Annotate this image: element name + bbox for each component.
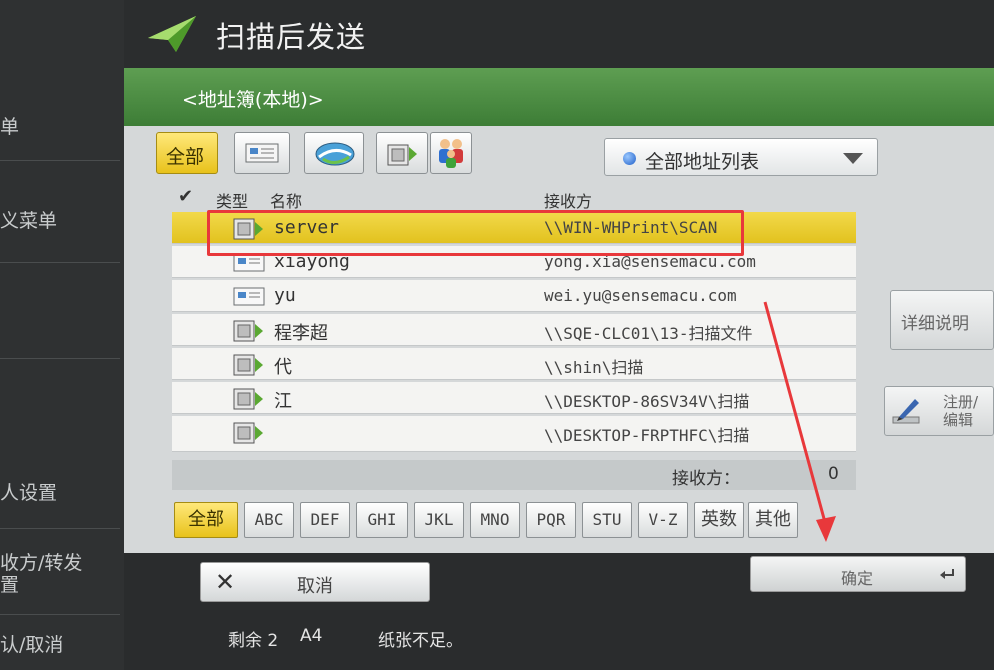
pen-icon — [892, 399, 920, 424]
recipient-count-value: 0 — [828, 464, 839, 484]
filter-web-button[interactable] — [304, 132, 364, 174]
alpha-filter-alnum[interactable]: 英数 — [694, 502, 744, 538]
recipient-count-label: 接收方： — [672, 469, 740, 489]
group-icon — [439, 139, 463, 168]
email-card-icon — [245, 143, 279, 163]
table-row[interactable]: \\DESKTOP-FRPTHFC\扫描 — [172, 416, 856, 452]
edit-label: 编辑 — [943, 411, 974, 429]
email-card-icon — [233, 287, 265, 306]
table-row[interactable]: 江 \\DESKTOP-86SV34V\扫描 — [172, 382, 856, 414]
alpha-filter-all[interactable]: 全部 — [174, 502, 238, 538]
alpha-filter-other[interactable]: 其他 — [748, 502, 798, 538]
row-destination: \\shin\扫描 — [544, 358, 644, 377]
side-menu-item-2[interactable]: 义菜单 — [0, 206, 57, 233]
register-edit-button[interactable]: 注册/ 编辑 — [884, 386, 994, 436]
cancel-label: 取消 — [297, 576, 333, 597]
filter-all-label: 全部 — [166, 146, 205, 168]
address-book-panel: <地址簿(本地)> 全部 全部地址列表 ✔ 类型 名称 接收方 server \… — [124, 68, 994, 553]
status-message: 纸张不足。 — [378, 631, 463, 651]
paper-plane-icon — [148, 16, 196, 52]
folder-icon — [233, 388, 263, 410]
alpha-filter-abc[interactable]: ABC — [244, 502, 294, 538]
filter-group-button[interactable] — [430, 132, 472, 174]
ok-label: 确定 — [841, 569, 874, 588]
alpha-filter-vz[interactable]: V-Z — [638, 502, 688, 538]
row-destination: \\DESKTOP-FRPTHFC\扫描 — [544, 426, 750, 445]
row-name: yu — [274, 285, 296, 306]
folder-icon — [233, 354, 263, 376]
ok-button[interactable]: 确定 — [750, 556, 966, 592]
panel-title: <地址簿(本地)> — [182, 89, 324, 111]
side-menu-item-1[interactable]: 单 — [0, 112, 19, 139]
row-destination: \\SQE-CLC01\13-扫描文件 — [544, 324, 753, 343]
table-row[interactable]: yu wei.yu@sensemacu.com — [172, 280, 856, 312]
recipient-count-bar: 接收方： 0 — [172, 460, 856, 490]
list-header: ✔ 类型 名称 接收方 — [172, 186, 856, 212]
details-label: 详细说明 — [901, 314, 969, 334]
side-menu-item-6[interactable]: 认/取消 — [0, 630, 63, 657]
side-menu-divider — [0, 358, 120, 359]
column-header-dest: 接收方 — [544, 192, 593, 211]
side-menu-item-3[interactable]: 人设置 — [0, 478, 57, 505]
check-icon: ✔ — [178, 186, 194, 207]
address-list-dropdown[interactable]: 全部地址列表 — [604, 138, 878, 176]
side-menu-divider — [0, 528, 120, 529]
side-menu-divider — [0, 262, 120, 263]
chevron-down-icon — [843, 153, 863, 164]
row-name: 程李超 — [274, 323, 328, 344]
alpha-filter-mno[interactable]: MNO — [470, 502, 520, 538]
row-destination: \\DESKTOP-86SV34V\扫描 — [544, 392, 750, 411]
side-menu-divider — [0, 614, 120, 615]
folder-icon — [233, 422, 263, 444]
details-button[interactable]: 详细说明 — [890, 290, 994, 350]
enter-icon — [940, 569, 954, 579]
alpha-filter-pqr[interactable]: PQR — [526, 502, 576, 538]
annotation-highlight-box — [207, 210, 744, 256]
table-row[interactable]: 程李超 \\SQE-CLC01\13-扫描文件 — [172, 314, 856, 346]
side-menu: 单 义菜单 人设置 收方/转发 置 认/取消 — [0, 0, 124, 670]
column-header-type: 类型 — [216, 192, 249, 211]
cancel-button[interactable]: ✕ 取消 — [200, 562, 430, 602]
side-menu-divider — [0, 160, 120, 161]
status-paper-size: A4 — [300, 626, 323, 646]
alpha-filter-ghi[interactable]: GHI — [356, 502, 408, 538]
blue-dot-icon — [623, 152, 636, 165]
alpha-filter-def[interactable]: DEF — [300, 502, 350, 538]
row-destination: wei.yu@sensemacu.com — [544, 286, 737, 305]
panel-title-bar: <地址簿(本地)> — [124, 68, 994, 126]
column-header-name: 名称 — [270, 192, 303, 211]
row-name: 江 — [274, 391, 292, 412]
page-title: 扫描后发送 — [216, 20, 367, 54]
close-icon: ✕ — [215, 568, 236, 596]
globe-icon — [315, 142, 355, 166]
alpha-filter-jkl[interactable]: JKL — [414, 502, 464, 538]
filter-folder-button[interactable] — [376, 132, 428, 174]
side-menu-item-5[interactable]: 置 — [0, 570, 19, 597]
row-name: 代 — [274, 357, 292, 378]
status-remaining: 剩余 2 — [228, 631, 279, 651]
folder-icon — [233, 320, 263, 342]
dropdown-selected-value: 全部地址列表 — [645, 151, 760, 173]
folder-icon — [387, 144, 417, 166]
filter-all-button[interactable]: 全部 — [156, 132, 218, 174]
filter-email-button[interactable] — [234, 132, 290, 174]
alpha-filter-stu[interactable]: STU — [582, 502, 632, 538]
table-row[interactable]: 代 \\shin\扫描 — [172, 348, 856, 380]
